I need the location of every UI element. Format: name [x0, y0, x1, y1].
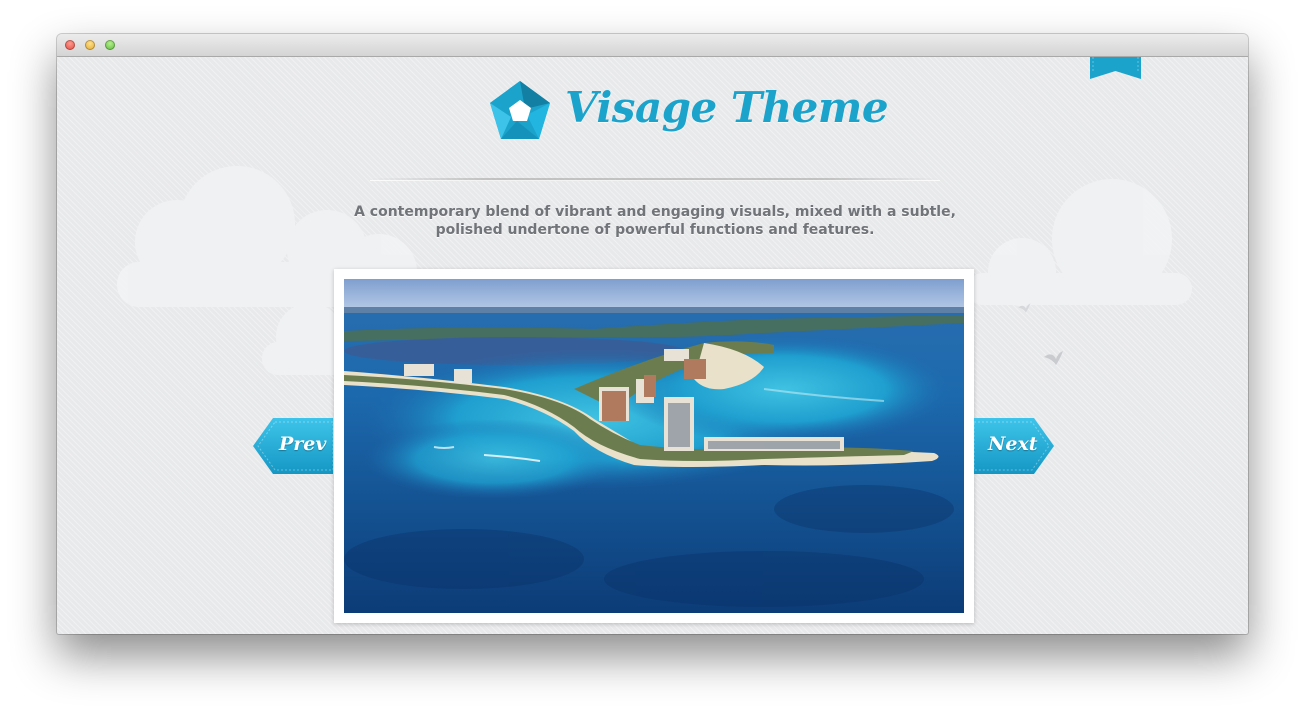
- cloud-right-large: [967, 179, 1192, 306]
- site-title: Visage Theme: [565, 83, 889, 132]
- bird-icon: [1018, 303, 1031, 313]
- slide-image[interactable]: [344, 279, 964, 613]
- next-label: Next: [988, 433, 1038, 455]
- close-window-icon[interactable]: [65, 40, 75, 50]
- browser-window: Visage Theme A contemporary blend of vib…: [57, 34, 1248, 634]
- minimize-window-icon[interactable]: [85, 40, 95, 50]
- bookmark-ribbon-icon[interactable]: [1090, 57, 1141, 79]
- bird-icon: [1044, 351, 1063, 365]
- camera-aperture-icon: [490, 81, 550, 139]
- maximize-window-icon[interactable]: [105, 40, 115, 50]
- aerial-resort-photo: [344, 279, 964, 613]
- site-tagline: A contemporary blend of vibrant and enga…: [297, 203, 1013, 239]
- prev-slide-button[interactable]: Prev: [253, 418, 333, 474]
- window-titlebar: [57, 34, 1248, 57]
- prev-label: Prev: [279, 433, 327, 455]
- header-divider: [370, 178, 940, 181]
- page-content: Visage Theme A contemporary blend of vib…: [57, 57, 1248, 634]
- next-slide-button[interactable]: Next: [974, 418, 1054, 474]
- tagline-line-2: polished undertone of powerful functions…: [435, 222, 875, 238]
- tagline-line-1: A contemporary blend of vibrant and enga…: [354, 204, 956, 220]
- slide-frame: [334, 269, 974, 623]
